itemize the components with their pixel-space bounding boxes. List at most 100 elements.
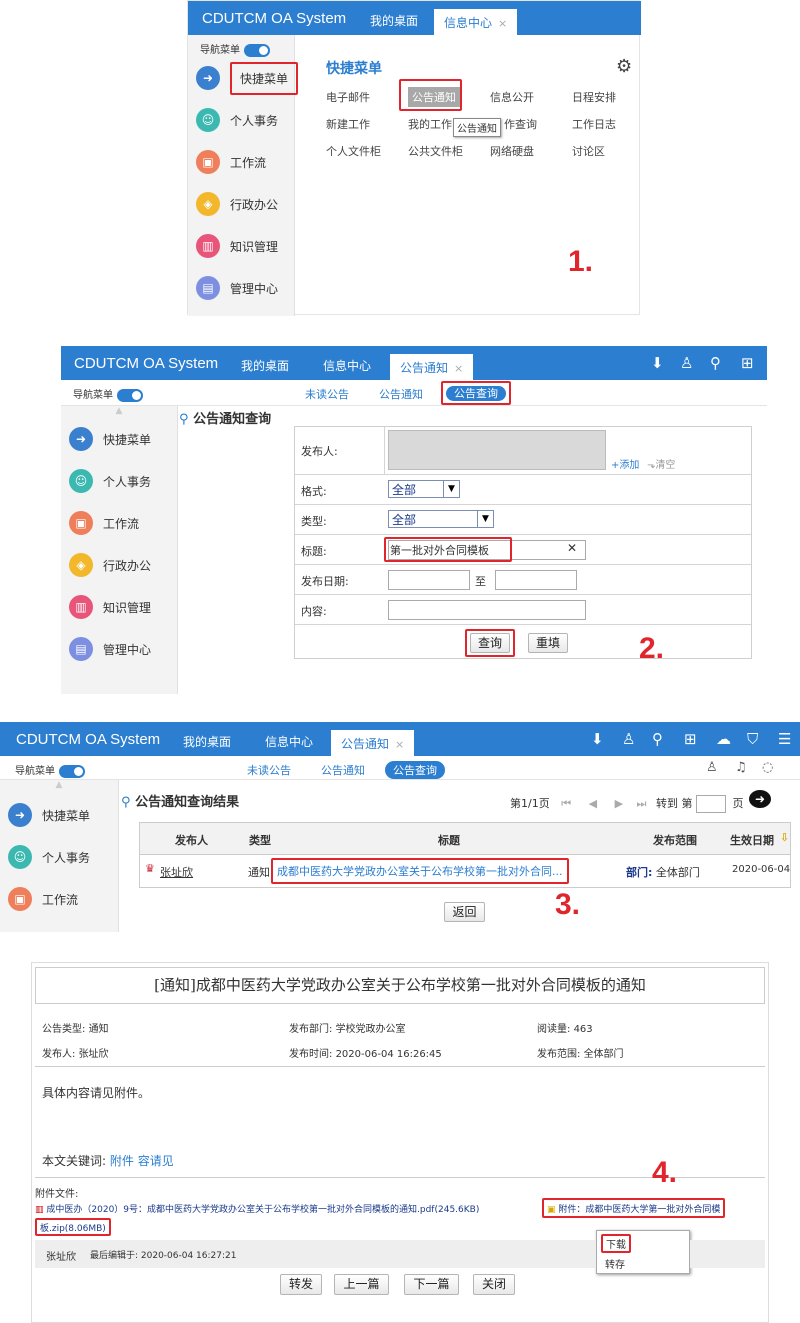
gear-icon[interactable]: ⚙ [616,56,632,77]
clear-link[interactable]: ⬎清空 [647,456,675,471]
sidebar-item-workflow[interactable]: ▣ 工作流 [0,878,118,920]
keywords-value[interactable]: 附件 容请见 [110,1154,174,1168]
download-icon[interactable]: ⬇ [651,354,664,372]
download-icon[interactable]: ⬇ [591,730,604,748]
sidebar-item-manage[interactable]: ▤ 管理中心 [188,267,294,309]
sidebar-item-personal[interactable]: ☺ 个人事务 [188,99,294,141]
sidebar-item-personal[interactable]: ☺ 个人事务 [0,836,118,878]
search-icon[interactable]: ⚲ [652,730,663,748]
sidebar-item-quick-menu[interactable]: ➜ 快捷菜单 [188,57,299,99]
tab-info-center[interactable]: 信息中心 [265,733,313,750]
tab-my-desktop[interactable]: 我的桌面 [370,12,418,29]
sort-arrow-icon[interactable]: ⇩ [780,831,789,844]
user-icon[interactable]: ♙ [680,354,693,372]
nav-toggle[interactable] [117,388,143,402]
quick-net-disk[interactable]: 网络硬盘 [490,143,534,159]
quick-schedule[interactable]: 日程安排 [572,89,616,105]
query-button[interactable]: 查询 [470,633,510,653]
divider [35,1066,765,1067]
subtab-query[interactable]: 公告查询 [446,386,506,401]
prev-page-icon[interactable]: ◀ [589,797,597,810]
menu-icon[interactable]: ☰ [778,730,791,748]
sidebar-item-quick-menu[interactable]: ➜ 快捷菜单 [0,794,118,836]
chat-icon[interactable]: ☁ [716,730,731,748]
type-select[interactable]: 全部 ▼ [388,510,494,528]
quick-new-work[interactable]: 新建工作 [326,116,370,132]
quick-personal-cabinet[interactable]: 个人文件柜 [326,143,381,159]
go-arrow-icon[interactable]: ➜ [749,790,771,808]
close-icon[interactable]: × [498,17,507,30]
subtab-query-box: 公告查询 [441,381,511,405]
close-icon[interactable]: × [454,362,463,375]
content-input[interactable] [388,600,586,620]
subtab-query[interactable]: 公告查询 [385,761,445,779]
table-row[interactable]: ♛ 张址欣 通知 成都中医药大学党政办公室关于公布学校第一批对外合同... 部门… [140,855,790,887]
cell-title-link[interactable]: 成都中医药大学党政办公室关于公布学校第一批对外合同... [271,858,569,884]
tab-info-center[interactable]: 信息中心 [323,357,371,374]
page-input[interactable] [695,795,726,813]
attachment-zip-link-b[interactable]: 板.zip(8.06MB) [35,1218,111,1236]
subtab-notice[interactable]: 公告通知 [321,762,365,778]
bell-icon[interactable]: ♫ [735,760,747,775]
quick-public-cabinet[interactable]: 公共文件柜 [408,143,463,159]
nav-toggle[interactable] [59,764,85,778]
menu-save[interactable]: 转存 [605,1256,625,1271]
clear-x-icon[interactable]: ✕ [567,541,577,555]
date-start-input[interactable] [388,570,470,590]
tab-my-desktop[interactable]: 我的桌面 [183,733,231,750]
close-icon[interactable]: × [395,738,404,751]
prev-article-button[interactable]: 上一篇 [334,1274,389,1295]
quick-work-query[interactable]: 作查询 [504,116,537,132]
forward-button[interactable]: 转发 [280,1274,322,1295]
tab-info-center[interactable]: 信息中心 × [434,9,518,35]
sidebar-item-admin[interactable]: ◈ 行政办公 [61,544,177,586]
date-end-input[interactable] [495,570,577,590]
reset-button[interactable]: 重填 [528,633,568,653]
sidebar-item-personal[interactable]: ☺ 个人事务 [61,460,177,502]
close-button[interactable]: 关闭 [473,1274,515,1295]
nav-toggle[interactable] [244,43,270,57]
shirt-icon[interactable]: ⛉ [747,730,758,748]
sidebar-item-knowledge[interactable]: ▥ 知识管理 [188,225,294,267]
attachment-pdf[interactable]: ▥ 成中医办（2020）9号：成都中医药大学党政办公室关于公布学校第一批对外合同… [35,1202,479,1215]
subtab-notice[interactable]: 公告通知 [379,386,423,402]
last-page-icon[interactable]: ⏭ [637,797,647,810]
quick-work-log[interactable]: 工作日志 [572,116,616,132]
col-publisher: 发布人 [175,834,208,847]
user-icon[interactable]: ♙ [622,730,635,748]
first-page-icon[interactable]: ⏮ [561,797,571,810]
apps-icon[interactable]: ⊞ [741,354,754,372]
quick-my-work[interactable]: 我的工作 [408,116,452,132]
sidebar-item-admin[interactable]: ◈ 行政办公 [188,183,294,225]
cell-publisher[interactable]: 张址欣 [160,864,193,880]
next-page-icon[interactable]: ▶ [615,797,623,810]
sidebar-item-workflow[interactable]: ▣ 工作流 [188,141,294,183]
sidebar-item-quick-menu[interactable]: ➜ 快捷菜单 [61,418,177,460]
message-icon[interactable]: ◌ [762,760,773,775]
sidebar-item-manage[interactable]: ▤ 管理中心 [61,628,177,670]
user-search-icon[interactable]: ♙ [706,760,718,775]
add-link[interactable]: +添加 [611,456,639,471]
subtab-unread[interactable]: 未读公告 [247,762,291,778]
tab-notice[interactable]: 公告通知 × [331,730,415,756]
sidebar-item-knowledge[interactable]: ▥ 知识管理 [61,586,177,628]
menu-download[interactable]: 下载 [601,1234,631,1253]
quick-email[interactable]: 电子邮件 [326,89,370,105]
quick-info-public[interactable]: 信息公开 [490,89,534,105]
next-article-button[interactable]: 下一篇 [404,1274,459,1295]
sidebar-item-workflow[interactable]: ▣ 工作流 [61,502,177,544]
publisher-field[interactable] [388,430,606,470]
scroll-up-icon[interactable]: ▲ [0,780,118,794]
apps-icon[interactable]: ⊞ [684,730,697,748]
label-format: 格式: [301,485,327,498]
tab-notice[interactable]: 公告通知 × [390,354,474,380]
subtab-unread[interactable]: 未读公告 [305,386,349,402]
back-button[interactable]: 返回 [444,902,485,922]
format-select[interactable]: 全部 ▼ [388,480,460,498]
attachment-zip-link-a[interactable]: ▣ 附件：成都中医药大学第一批对外合同模 [542,1198,726,1218]
scroll-up-icon[interactable]: ▲ [61,406,177,418]
quick-forum[interactable]: 讨论区 [572,143,605,159]
tab-my-desktop[interactable]: 我的桌面 [241,357,289,374]
attachment-pdf-link[interactable]: 成中医办（2020）9号：成都中医药大学党政办公室关于公布学校第一批对外合同模板… [46,1205,479,1215]
search-icon[interactable]: ⚲ [710,354,721,372]
